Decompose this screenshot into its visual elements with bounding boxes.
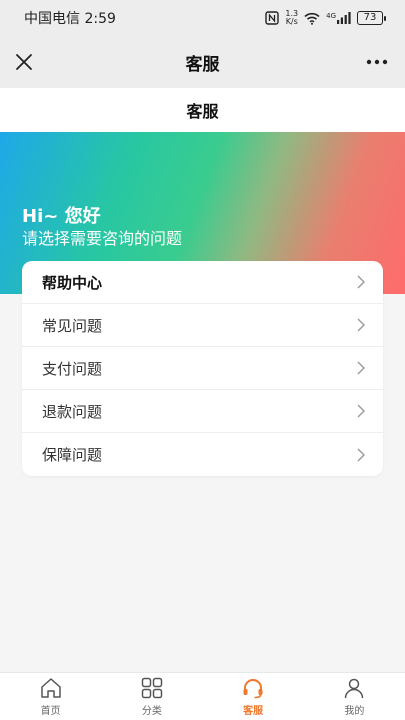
page-header: 客服 [0, 88, 405, 132]
help-center-row[interactable]: 帮助中心 [22, 261, 383, 304]
speed-unit: K/s [285, 17, 298, 26]
chevron-right-icon [357, 318, 365, 332]
title-bar: 客服 [0, 36, 405, 88]
nav-mine[interactable]: 我的 [304, 673, 405, 720]
nav-label: 我的 [344, 706, 365, 717]
status-left: 中国电信 2:59 [24, 8, 116, 28]
guarantee-issue-row[interactable]: 保障问题 [22, 433, 383, 476]
row-label: 保障问题 [42, 446, 103, 464]
hero-subtitle: 请选择需要咨询的问题 [22, 229, 183, 248]
page-title: 客服 [186, 102, 219, 121]
chevron-right-icon [357, 448, 365, 461]
wifi-icon [304, 12, 320, 25]
row-label: 常见问题 [42, 316, 103, 335]
faq-row[interactable]: 常见问题 [22, 304, 383, 347]
chevron-right-icon [357, 361, 365, 375]
network-speed: 1.3 K/s [285, 10, 298, 26]
battery-indicator: 73 [357, 11, 386, 25]
close-button[interactable] [10, 48, 38, 76]
nav-label: 客服 [243, 706, 264, 717]
more-icon [366, 59, 388, 65]
nav-category[interactable]: 分类 [101, 673, 202, 720]
window-title: 客服 [185, 54, 220, 75]
headset-icon [243, 679, 263, 699]
status-right: 1.3 K/s 4G 73 [265, 10, 386, 26]
row-label: 帮助中心 [42, 273, 103, 292]
nav-label: 分类 [141, 706, 162, 717]
network-type: 4G [326, 12, 336, 20]
row-label: 退款问题 [42, 402, 103, 421]
payment-issue-row[interactable]: 支付问题 [22, 347, 383, 390]
chevron-right-icon [357, 275, 365, 289]
signal-icon: 4G [326, 12, 351, 24]
battery-level: 73 [363, 12, 377, 23]
grid-icon [141, 677, 163, 699]
chevron-right-icon [357, 404, 365, 418]
refund-issue-row[interactable]: 退款问题 [22, 390, 383, 433]
nfc-icon [265, 11, 280, 25]
status-bar: 中国电信 2:59 1.3 K/s 4G 73 [0, 0, 405, 36]
more-button[interactable] [363, 48, 391, 76]
home-icon [40, 678, 61, 698]
nav-label: 首页 [40, 706, 61, 717]
user-icon [345, 678, 364, 699]
help-card: 帮助中心 常见问题 支付问题 退款问题 保障问题 [22, 261, 383, 476]
row-label: 支付问题 [42, 359, 103, 378]
carrier-time: 中国电信 2:59 [24, 11, 116, 27]
nav-home[interactable]: 首页 [0, 673, 101, 720]
nav-service[interactable]: 客服 [203, 673, 304, 720]
close-icon [16, 54, 32, 70]
bottom-nav: 首页 分类 客服 我的 [0, 672, 405, 720]
